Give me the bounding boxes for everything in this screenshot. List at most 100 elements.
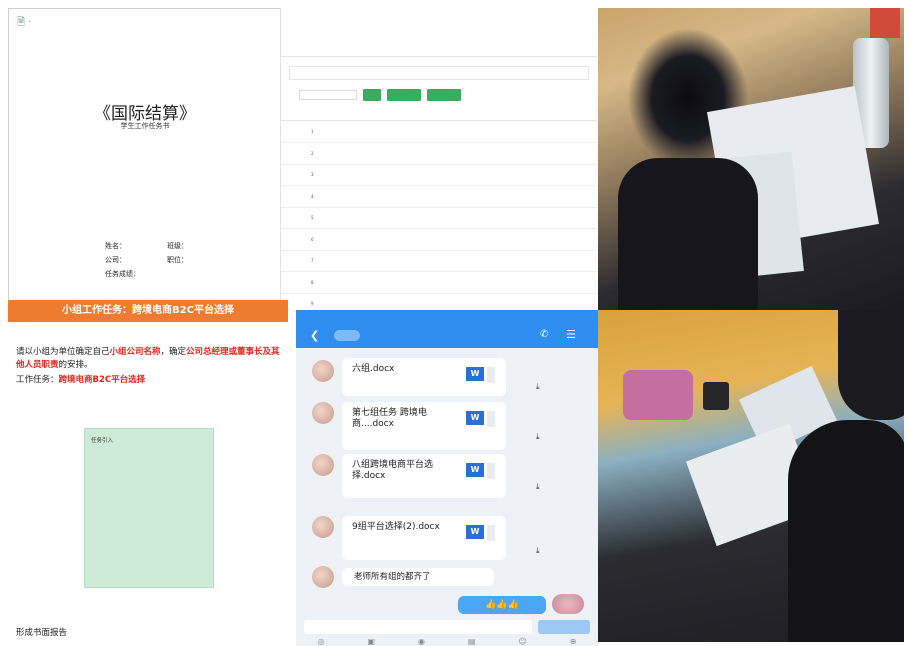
table-cell: 4 xyxy=(311,193,314,199)
task-line: 工作任务：跨境电商B2C平台选择 xyxy=(16,374,286,387)
text-span: 工作任务： xyxy=(16,375,59,385)
avatar xyxy=(312,454,334,476)
tab-item[interactable] xyxy=(407,38,470,56)
menu-icon[interactable]: ☰ xyxy=(566,328,576,341)
table-row[interactable]: 3 xyxy=(281,164,597,186)
download-icon[interactable]: ⤓ xyxy=(536,546,540,556)
my-message: 👍👍👍 xyxy=(458,596,546,614)
file-name: 第七组任务 跨境电商....docx xyxy=(352,408,427,429)
tab-item[interactable] xyxy=(534,38,597,56)
table-cell: 5 xyxy=(311,215,314,220)
send-button[interactable] xyxy=(538,620,590,634)
tab-bar xyxy=(281,38,597,57)
tab-item[interactable] xyxy=(281,38,344,56)
file-message[interactable]: 9组平台选择(2).docx W xyxy=(342,516,506,560)
table-row[interactable]: 8 xyxy=(281,272,597,294)
table-cell: 2 xyxy=(311,150,314,156)
emoji-icon[interactable]: ☺ xyxy=(518,637,526,646)
highlight-text: 小组公司名称 xyxy=(109,347,161,357)
student-table-screen: 1 2 3 4 5 6 7 8 9 xyxy=(280,8,597,308)
search-input[interactable] xyxy=(299,90,357,100)
text-message: 老师所有组的都齐了 xyxy=(342,568,494,586)
avatar xyxy=(312,516,334,538)
chat-screen: ❮ ✆ ☰ 六组.docx W ⤓ 第七组任务 跨境电商....docx W ⤓… xyxy=(296,310,598,646)
file-edge xyxy=(487,411,495,427)
mug xyxy=(703,382,729,410)
image-icon[interactable]: ▣ xyxy=(367,637,375,646)
card-title: 任务引入 xyxy=(91,438,114,444)
camera-icon[interactable]: ◉ xyxy=(418,637,425,646)
table-row[interactable]: 9 xyxy=(281,293,597,308)
table-row[interactable]: 1 xyxy=(281,121,597,143)
file-edge xyxy=(487,525,495,541)
input-toolbar: ◎ ▣ ◉ ▤ ☺ ⊕ xyxy=(296,637,598,646)
message-input[interactable] xyxy=(304,620,532,634)
more-icon[interactable]: ⊕ xyxy=(570,637,577,646)
word-file-icon: W xyxy=(466,463,484,477)
word-file-icon: W xyxy=(466,525,484,539)
word-file-icon: W xyxy=(466,367,484,381)
avatar xyxy=(312,360,334,382)
table-cell: 6 xyxy=(311,236,314,242)
file-name: 六组.docx xyxy=(352,364,395,374)
name-label: 姓名： xyxy=(105,242,126,250)
file-message[interactable]: 第七组任务 跨境电商....docx W xyxy=(342,402,506,450)
file-message[interactable]: 八组跨境电商平台选择.docx W xyxy=(342,454,506,498)
company-label: 公司： xyxy=(105,256,126,264)
class-label: 班级： xyxy=(167,242,188,250)
task-panel: 小组工作任务：跨境电商B2C平台选择 请以小组为单位确定自己小组公司名称，确定公… xyxy=(8,300,288,646)
table-cell: 3 xyxy=(311,172,314,177)
student-figure xyxy=(838,310,904,420)
phone-icon[interactable]: ✆ xyxy=(540,329,548,340)
student-figure xyxy=(788,420,904,642)
section-title xyxy=(289,66,589,80)
text-span: 的安排。 xyxy=(58,360,93,370)
table-cell: 1 xyxy=(311,129,314,134)
table-row[interactable]: 6 xyxy=(281,229,597,251)
text-span: ，确定 xyxy=(160,347,187,357)
text-span: 请以小组为单位确定自己 xyxy=(16,347,110,357)
file-edge xyxy=(487,367,495,383)
task-footer: 形成书面报告 xyxy=(16,628,68,638)
file-message[interactable]: 六组.docx W xyxy=(342,358,506,396)
download-icon[interactable]: ⤓ xyxy=(536,432,540,442)
word-file-icon: W xyxy=(466,411,484,425)
toys xyxy=(623,370,693,420)
tab-item[interactable] xyxy=(344,38,407,56)
my-avatar xyxy=(552,594,584,614)
download-icon[interactable]: ⤓ xyxy=(536,382,540,392)
voice-icon[interactable]: ◎ xyxy=(317,637,324,646)
file-edge xyxy=(487,463,495,479)
table-row[interactable]: 2 xyxy=(281,143,597,165)
score-label: 任务成绩： xyxy=(105,270,140,278)
document-icon: 🗎 · xyxy=(17,17,32,28)
search-button[interactable] xyxy=(363,89,381,101)
student-figure xyxy=(618,158,758,310)
file-icon[interactable]: ▤ xyxy=(468,637,476,646)
table-cell: 8 xyxy=(311,279,314,285)
cup xyxy=(870,8,900,38)
position-label: 职位： xyxy=(167,256,188,264)
file-name: 9组平台选择(2).docx xyxy=(352,522,440,532)
import-button[interactable] xyxy=(427,89,461,101)
download-icon[interactable]: ⤓ xyxy=(536,482,540,492)
table-row[interactable]: 5 xyxy=(281,207,597,229)
tab-item[interactable] xyxy=(471,38,534,56)
table-row[interactable]: 4 xyxy=(281,186,597,208)
download-button[interactable] xyxy=(387,89,421,101)
task-intro-card: 任务引入 xyxy=(84,428,214,588)
classroom-photo-2 xyxy=(598,310,904,642)
table-header xyxy=(281,108,597,121)
avatar xyxy=(312,566,334,588)
back-icon[interactable]: ❮ xyxy=(310,329,319,342)
task-instruction: 请以小组为单位确定自己小组公司名称，确定公司总经理或董事长及其他人员职责的安排。 xyxy=(16,346,286,372)
table-cell: 7 xyxy=(311,258,314,263)
document-preview: 🗎 · 《国际结算》 学生工作任务书 姓名： 班级： 公司： 职位： 任务成绩： xyxy=(8,8,282,302)
table-row[interactable]: 7 xyxy=(281,250,597,272)
unread-badge xyxy=(334,330,360,341)
file-name: 八组跨境电商平台选择.docx xyxy=(352,460,434,481)
highlight-text: 跨境电商B2C平台选择 xyxy=(58,375,146,385)
table-cell: 9 xyxy=(311,301,314,306)
avatar xyxy=(312,402,334,424)
chat-header: ❮ ✆ ☰ xyxy=(296,324,598,348)
